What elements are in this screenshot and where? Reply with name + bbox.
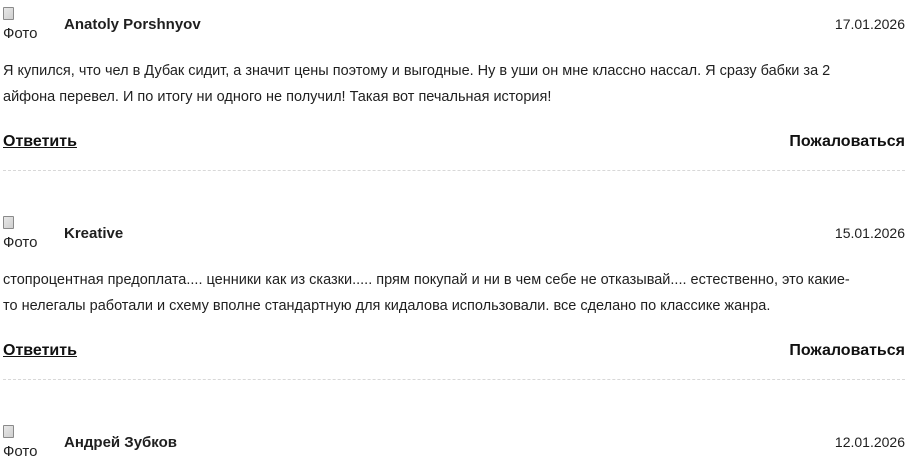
reply-link[interactable]: Ответить <box>3 342 77 360</box>
comment-text: стопроцентная предоплата.... ценники как… <box>3 267 903 319</box>
avatar-alt-text: Фото аватар <box>3 234 38 251</box>
comment-author: Kreative <box>64 225 124 242</box>
comment-header: Фото аватар Андрей Зубков 12.01.2026 <box>3 418 905 466</box>
report-link[interactable]: Пожаловаться <box>789 342 905 360</box>
avatar: Фото аватар <box>3 4 47 44</box>
comment-author: Андрей Зубков <box>64 434 178 451</box>
comment-header: Фото аватар Anatoly Porshnyov 17.01.2026 <box>3 0 905 48</box>
comment-text: Я купился, что чел в Дубак сидит, а знач… <box>3 58 903 110</box>
broken-image-icon <box>3 425 14 438</box>
comment-text-line: Я купился, что чел в Дубак сидит, а знач… <box>3 63 831 79</box>
comment: Фото аватар Андрей Зубков 12.01.2026 <box>3 418 905 466</box>
broken-image-icon <box>3 7 14 20</box>
avatar-alt-text: Фото аватар <box>3 443 38 460</box>
comment-header: Фото аватар Kreative 15.01.2026 <box>3 209 905 257</box>
comment-text-line: стопроцентная предоплата.... ценники как… <box>3 272 850 288</box>
comment-divider <box>3 379 905 380</box>
comment-divider <box>3 170 905 171</box>
report-link[interactable]: Пожаловаться <box>789 133 905 151</box>
comment-text-line: айфона перевел. И по итогу ни одного не … <box>3 89 552 105</box>
comment-date: 15.01.2026 <box>834 225 905 241</box>
avatar-alt-text: Фото аватар <box>3 25 38 42</box>
comment: Фото аватар Anatoly Porshnyov 17.01.2026… <box>3 0 905 171</box>
comment-date: 17.01.2026 <box>834 16 905 32</box>
comment-text-line: то нелегалы работали и схему вполне стан… <box>3 298 771 314</box>
avatar: Фото аватар <box>3 213 47 253</box>
comment-date: 12.01.2026 <box>834 434 905 450</box>
comment-author: Anatoly Porshnyov <box>64 16 201 33</box>
avatar: Фото аватар <box>3 422 47 462</box>
broken-image-icon <box>3 216 14 229</box>
reply-link[interactable]: Ответить <box>3 133 77 151</box>
comment: Фото аватар Kreative 15.01.2026 стопроце… <box>3 209 905 380</box>
comment-actions: Ответить Пожаловаться <box>3 133 905 155</box>
comment-actions: Ответить Пожаловаться <box>3 342 905 364</box>
